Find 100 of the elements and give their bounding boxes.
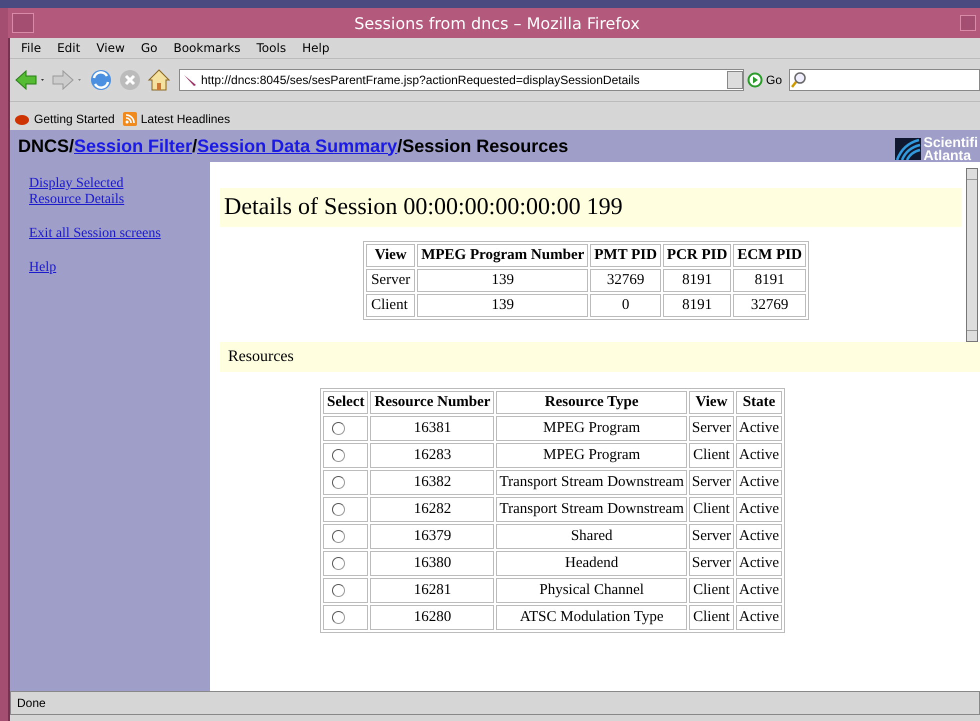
radio-button[interactable]: [332, 503, 345, 516]
dropdown-button[interactable]: [727, 71, 743, 89]
column-header: MPEG Program Number: [417, 244, 588, 267]
breadcrumb-text: /: [397, 136, 402, 156]
table-cell: Server: [366, 269, 416, 292]
table-cell: 16380: [370, 551, 494, 576]
breadcrumb-text: /: [69, 136, 74, 156]
table-cell: Active: [736, 443, 782, 468]
table-cell: Client: [366, 294, 416, 317]
logo-text: Scientifi: [924, 136, 978, 149]
section-heading: Resources: [220, 342, 980, 372]
go-button[interactable]: Go: [766, 73, 782, 87]
menu-item[interactable]: Help: [295, 41, 336, 55]
breadcrumb-text: Session Resources: [402, 136, 568, 156]
radio-button[interactable]: [332, 530, 345, 543]
stop-icon[interactable]: [117, 67, 143, 93]
menu-item[interactable]: Tools: [250, 41, 294, 55]
table-cell: Client: [688, 443, 734, 468]
table-cell: Server: [688, 551, 734, 576]
bookmark-icon: [14, 112, 30, 126]
table-cell: Physical Channel: [496, 578, 687, 603]
table-cell: 16281: [370, 578, 494, 603]
menu-item[interactable]: Bookmarks: [166, 41, 248, 55]
table-cell: Server: [688, 416, 734, 441]
table-cell: 8191: [733, 269, 806, 292]
radio-button[interactable]: [332, 611, 345, 624]
table-cell: Active: [736, 578, 782, 603]
column-header: View: [688, 391, 734, 414]
column-header: ECM PID: [733, 244, 806, 267]
radio-button[interactable]: [332, 584, 345, 597]
home-icon[interactable]: [146, 67, 172, 93]
scrollbar[interactable]: [966, 168, 978, 342]
sidebar-link[interactable]: Exit all Session screens: [29, 226, 179, 242]
window-menu-button[interactable]: [12, 13, 34, 33]
table-cell: Shared: [496, 524, 687, 549]
page-icon: [183, 73, 197, 87]
breadcrumb-text: DNCS: [18, 136, 70, 156]
table-cell: Headend: [496, 551, 687, 576]
column-header: PCR PID: [662, 244, 732, 267]
breadcrumb-text: /: [192, 136, 198, 156]
breadcrumb-link[interactable]: Session Filter: [74, 136, 192, 156]
table-cell: Active: [736, 524, 782, 549]
table-cell: Active: [736, 470, 782, 495]
sidebar-link[interactable]: Display Selected Resource Details: [29, 176, 179, 208]
search-field[interactable]: [789, 69, 980, 91]
table-cell: Client: [688, 605, 734, 630]
radio-button[interactable]: [332, 557, 345, 570]
column-header: Resource Number: [370, 391, 494, 414]
column-header: View: [366, 244, 416, 267]
menu-item[interactable]: Go: [134, 41, 164, 55]
bookmark-link[interactable]: Getting Started: [34, 112, 115, 126]
radio-button[interactable]: [332, 449, 345, 462]
table-cell: MPEG Program: [496, 416, 687, 441]
table-cell: Transport Stream Downstream: [496, 497, 687, 522]
menu-item[interactable]: File: [14, 41, 48, 55]
table-cell: 16280: [370, 605, 494, 630]
status-text: Done: [17, 696, 46, 710]
table-cell: 16283: [370, 443, 494, 468]
logo-icon: [894, 138, 921, 160]
address-field[interactable]: http://dncs:8045/ses/sesParentFrame.jsp?actionRequested=displaySessionDetails: [179, 69, 744, 91]
table-cell: 16382: [370, 470, 494, 495]
sidebar-link[interactable]: Help: [29, 260, 179, 276]
table-cell: Active: [736, 416, 782, 441]
section-heading: Details of Session 00:00:00:00:00:00 199: [220, 188, 962, 227]
table-cell: Server: [688, 470, 734, 495]
window-title: Sessions from dncs – Mozilla Firefox: [353, 14, 641, 32]
radio-button[interactable]: [332, 476, 345, 489]
bookmark-link[interactable]: Latest Headlines: [140, 112, 230, 126]
go-icon[interactable]: [747, 72, 763, 88]
menu-item[interactable]: Edit: [50, 41, 88, 55]
logo-text: Atlanta: [924, 149, 972, 162]
table-cell: MPEG Program: [496, 443, 687, 468]
table-cell: 32769: [733, 294, 806, 317]
table-cell: Client: [688, 578, 734, 603]
column-header: PMT PID: [590, 244, 661, 267]
table-cell: 16381: [370, 416, 494, 441]
feed-icon: [122, 112, 137, 126]
table-cell: Client: [688, 497, 734, 522]
table-cell: 8191: [662, 269, 732, 292]
table-cell: Transport Stream Downstream: [496, 470, 687, 495]
column-header: Resource Type: [496, 391, 687, 414]
column-header: Select: [323, 391, 368, 414]
table-cell: ATSC Modulation Type: [496, 605, 687, 630]
table-cell: Active: [736, 605, 782, 630]
table-cell: Server: [688, 524, 734, 549]
menu-item[interactable]: View: [89, 41, 132, 55]
table-cell: Active: [736, 497, 782, 522]
table-cell: 32769: [590, 269, 661, 292]
radio-button[interactable]: [332, 422, 345, 435]
table-cell: 139: [417, 269, 588, 292]
table-cell: 8191: [662, 294, 732, 317]
minimize-button[interactable]: [960, 15, 976, 31]
table-cell: 16379: [370, 524, 494, 549]
table-cell: 0: [590, 294, 661, 317]
table-cell: Active: [736, 551, 782, 576]
column-header: State: [736, 391, 782, 414]
breadcrumb-link[interactable]: Session Data Summary: [197, 136, 398, 156]
table-cell: 16282: [370, 497, 494, 522]
table-cell: 139: [417, 294, 588, 317]
reload-icon[interactable]: [88, 67, 114, 93]
